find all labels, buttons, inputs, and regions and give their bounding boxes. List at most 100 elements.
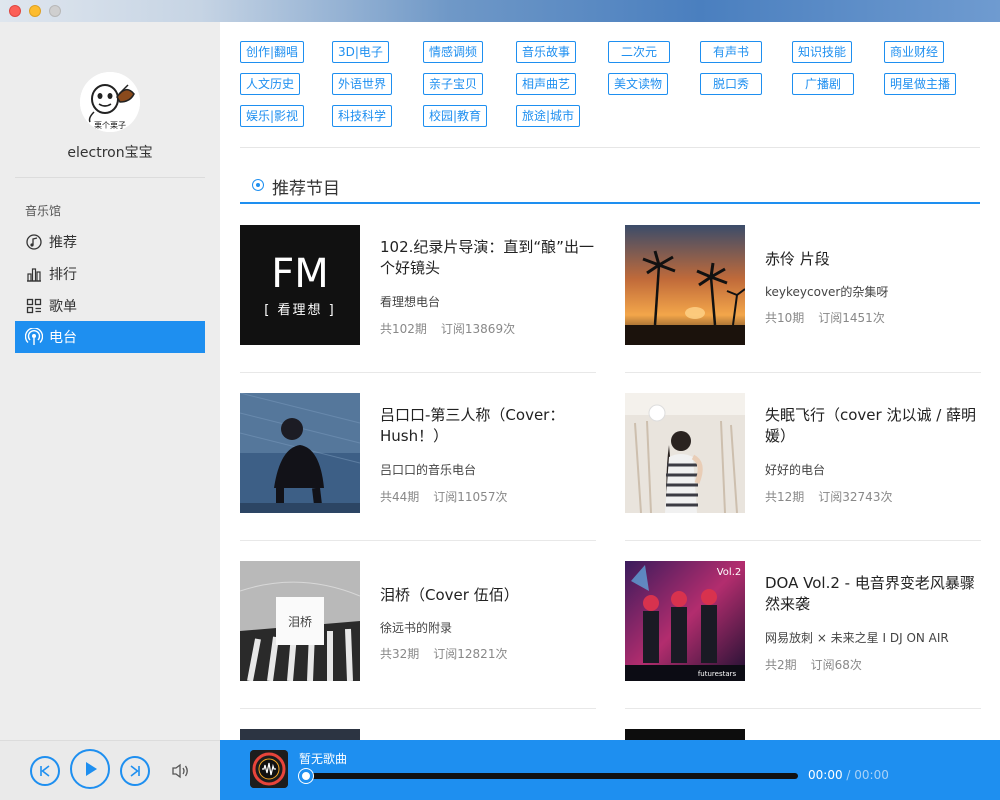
avatar[interactable]: 栗个栗子 bbox=[80, 72, 140, 132]
program-title[interactable]: 102.纪录片导演：直到“酿”出一个好镜头 bbox=[380, 237, 596, 279]
episode-count: 共10期 bbox=[765, 311, 805, 325]
sidebar-divider bbox=[15, 177, 205, 178]
sidebar: 栗个栗子 electron宝宝 音乐馆 推荐 排行 歌单 电台 bbox=[0, 22, 220, 740]
minimize-window-button[interactable] bbox=[29, 5, 41, 17]
program-cover[interactable]: FM [ 看理想 ] bbox=[240, 225, 360, 345]
sidebar-item-label: 电台 bbox=[49, 330, 77, 346]
category-tag[interactable]: 科技科学 bbox=[332, 105, 393, 127]
episode-count: 共12期 bbox=[765, 490, 805, 504]
program-stats: 共44期 订阅11057次 bbox=[380, 488, 521, 505]
sidebar-item-label: 推荐 bbox=[49, 235, 77, 251]
volume-icon bbox=[172, 763, 188, 779]
category-tag[interactable]: 音乐故事 bbox=[516, 41, 577, 63]
cover-label-text: 泪桥 bbox=[288, 615, 312, 629]
play-icon bbox=[86, 762, 97, 776]
play-button[interactable] bbox=[70, 749, 110, 789]
category-tag[interactable]: 美文读物 bbox=[608, 73, 669, 95]
program-cover[interactable]: 泪桥 bbox=[240, 561, 360, 681]
category-tag[interactable]: 娱乐|影视 bbox=[240, 105, 305, 127]
category-tag[interactable]: 创作|翻唱 bbox=[240, 41, 305, 63]
program-title[interactable]: DOA Vol.2 - 电音界变老风暴骤然来袭 bbox=[765, 573, 981, 615]
category-tag[interactable]: 亲子宝贝 bbox=[423, 73, 484, 95]
volume-button[interactable] bbox=[170, 761, 190, 781]
grid-list-icon bbox=[25, 297, 43, 315]
card-divider bbox=[625, 372, 981, 373]
program-card[interactable]: Vol.2 futurestars DOA Vol.2 - 电音界变老风暴骤然来… bbox=[625, 561, 981, 729]
category-tag[interactable]: 3D|电子 bbox=[332, 41, 389, 63]
radio-dot-icon bbox=[252, 179, 264, 191]
category-tag[interactable]: 明星做主播 bbox=[884, 73, 957, 95]
program-title[interactable]: 泪桥（Cover 伍佰） bbox=[380, 585, 596, 606]
program-card[interactable]: 泪桥 泪桥（Cover 伍佰） 徐远书的附录 共32期 订阅12821次 bbox=[240, 561, 596, 729]
next-track-button[interactable] bbox=[120, 756, 150, 786]
sidebar-item-recommend[interactable]: 推荐 bbox=[15, 226, 205, 258]
cover-brand-text: [ 看理想 ] bbox=[264, 302, 335, 318]
player-bar: 暂无歌曲 00:00 / 00:00 bbox=[220, 740, 1000, 800]
episode-count: 共44期 bbox=[380, 490, 420, 504]
avatar-cartoon-icon: 栗个栗子 bbox=[80, 72, 140, 132]
category-tag[interactable]: 广播剧 bbox=[792, 73, 854, 95]
program-cover-partial[interactable] bbox=[625, 729, 745, 740]
sidebar-item-radio[interactable]: 电台 bbox=[15, 321, 205, 353]
program-card[interactable]: 赤伶 片段 keykeycover的杂集呀 共10期 订阅1451次 bbox=[625, 225, 981, 393]
sidebar-item-ranking[interactable]: 排行 bbox=[15, 258, 205, 290]
program-title[interactable]: 吕口口-第三人称（Cover：Hush！） bbox=[380, 405, 596, 447]
username: electron宝宝 bbox=[67, 145, 153, 161]
close-window-button[interactable] bbox=[9, 5, 21, 17]
progress-handle[interactable] bbox=[299, 769, 313, 783]
cover-volume-text: Vol.2 bbox=[717, 567, 742, 578]
category-tag[interactable]: 相声曲艺 bbox=[516, 73, 577, 95]
subscribe-count: 订阅32743次 bbox=[818, 490, 893, 504]
episode-count: 共102期 bbox=[380, 322, 427, 336]
episode-count: 共2期 bbox=[765, 658, 797, 672]
bar-chart-icon bbox=[25, 265, 43, 283]
program-cover[interactable] bbox=[625, 225, 745, 345]
program-cover-partial[interactable] bbox=[240, 729, 360, 740]
zoom-window-button[interactable] bbox=[49, 5, 61, 17]
program-stats: 共12期 订阅32743次 bbox=[765, 488, 906, 505]
subscribe-count: 订阅1451次 bbox=[818, 311, 885, 325]
program-author[interactable]: 网易放刺 × 未来之星 I DJ ON AIR bbox=[765, 629, 949, 646]
category-tag[interactable]: 外语世界 bbox=[332, 73, 393, 95]
tags-divider bbox=[240, 147, 980, 148]
program-card[interactable]: 吕口口-第三人称（Cover：Hush！） 吕口口的音乐电台 共44期 订阅110… bbox=[240, 393, 596, 561]
card-divider bbox=[240, 540, 596, 541]
category-tag[interactable]: 校园|教育 bbox=[423, 105, 488, 127]
program-author[interactable]: 徐远书的附录 bbox=[380, 619, 452, 636]
program-cover[interactable] bbox=[625, 393, 745, 513]
category-tag[interactable]: 旅途|城市 bbox=[516, 105, 581, 127]
program-cover[interactable]: Vol.2 futurestars bbox=[625, 561, 745, 681]
program-author[interactable]: 吕口口的音乐电台 bbox=[380, 461, 476, 478]
progress-bar[interactable] bbox=[299, 769, 798, 783]
previous-icon bbox=[40, 765, 50, 777]
category-tag[interactable]: 人文历史 bbox=[240, 73, 301, 95]
program-card[interactable]: FM [ 看理想 ] 102.纪录片导演：直到“酿”出一个好镜头 看理想电台 共… bbox=[240, 225, 596, 393]
program-author[interactable]: keykeycover的杂集呀 bbox=[765, 283, 888, 300]
card-divider bbox=[240, 372, 596, 373]
program-title[interactable]: 失眠飞行（cover 沈以诚 / 薛明媛） bbox=[765, 405, 981, 447]
category-tag[interactable]: 脱口秀 bbox=[700, 73, 762, 95]
main-content: 创作|翻唱 3D|电子 情感调频 音乐故事 二次元 有声书 知识技能 商业财经 … bbox=[220, 22, 1000, 740]
subscribe-count: 订阅11057次 bbox=[433, 490, 508, 504]
program-card[interactable]: 失眠飞行（cover 沈以诚 / 薛明媛） 好好的电台 共12期 订阅32743次 bbox=[625, 393, 981, 561]
category-tag[interactable]: 商业财经 bbox=[884, 41, 945, 63]
category-tag[interactable]: 情感调频 bbox=[423, 41, 484, 63]
category-tag[interactable]: 知识技能 bbox=[792, 41, 853, 63]
avatar-caption: 栗个栗子 bbox=[94, 121, 126, 130]
program-author[interactable]: 看理想电台 bbox=[380, 293, 440, 310]
program-author[interactable]: 好好的电台 bbox=[765, 461, 825, 478]
player-controls bbox=[0, 740, 220, 800]
previous-track-button[interactable] bbox=[30, 756, 60, 786]
category-tag[interactable]: 二次元 bbox=[608, 41, 670, 63]
card-divider bbox=[625, 708, 981, 709]
sidebar-item-label: 歌单 bbox=[49, 299, 77, 315]
section-title: 推荐节目 bbox=[272, 179, 340, 199]
song-cover[interactable] bbox=[250, 750, 288, 788]
sidebar-item-label: 排行 bbox=[49, 267, 77, 283]
sidebar-item-playlist[interactable]: 歌单 bbox=[15, 290, 205, 322]
program-title[interactable]: 赤伶 片段 bbox=[765, 249, 981, 270]
card-divider bbox=[240, 708, 596, 709]
category-tag[interactable]: 有声书 bbox=[700, 41, 762, 63]
program-cover[interactable] bbox=[240, 393, 360, 513]
program-stats: 共10期 订阅1451次 bbox=[765, 309, 899, 326]
